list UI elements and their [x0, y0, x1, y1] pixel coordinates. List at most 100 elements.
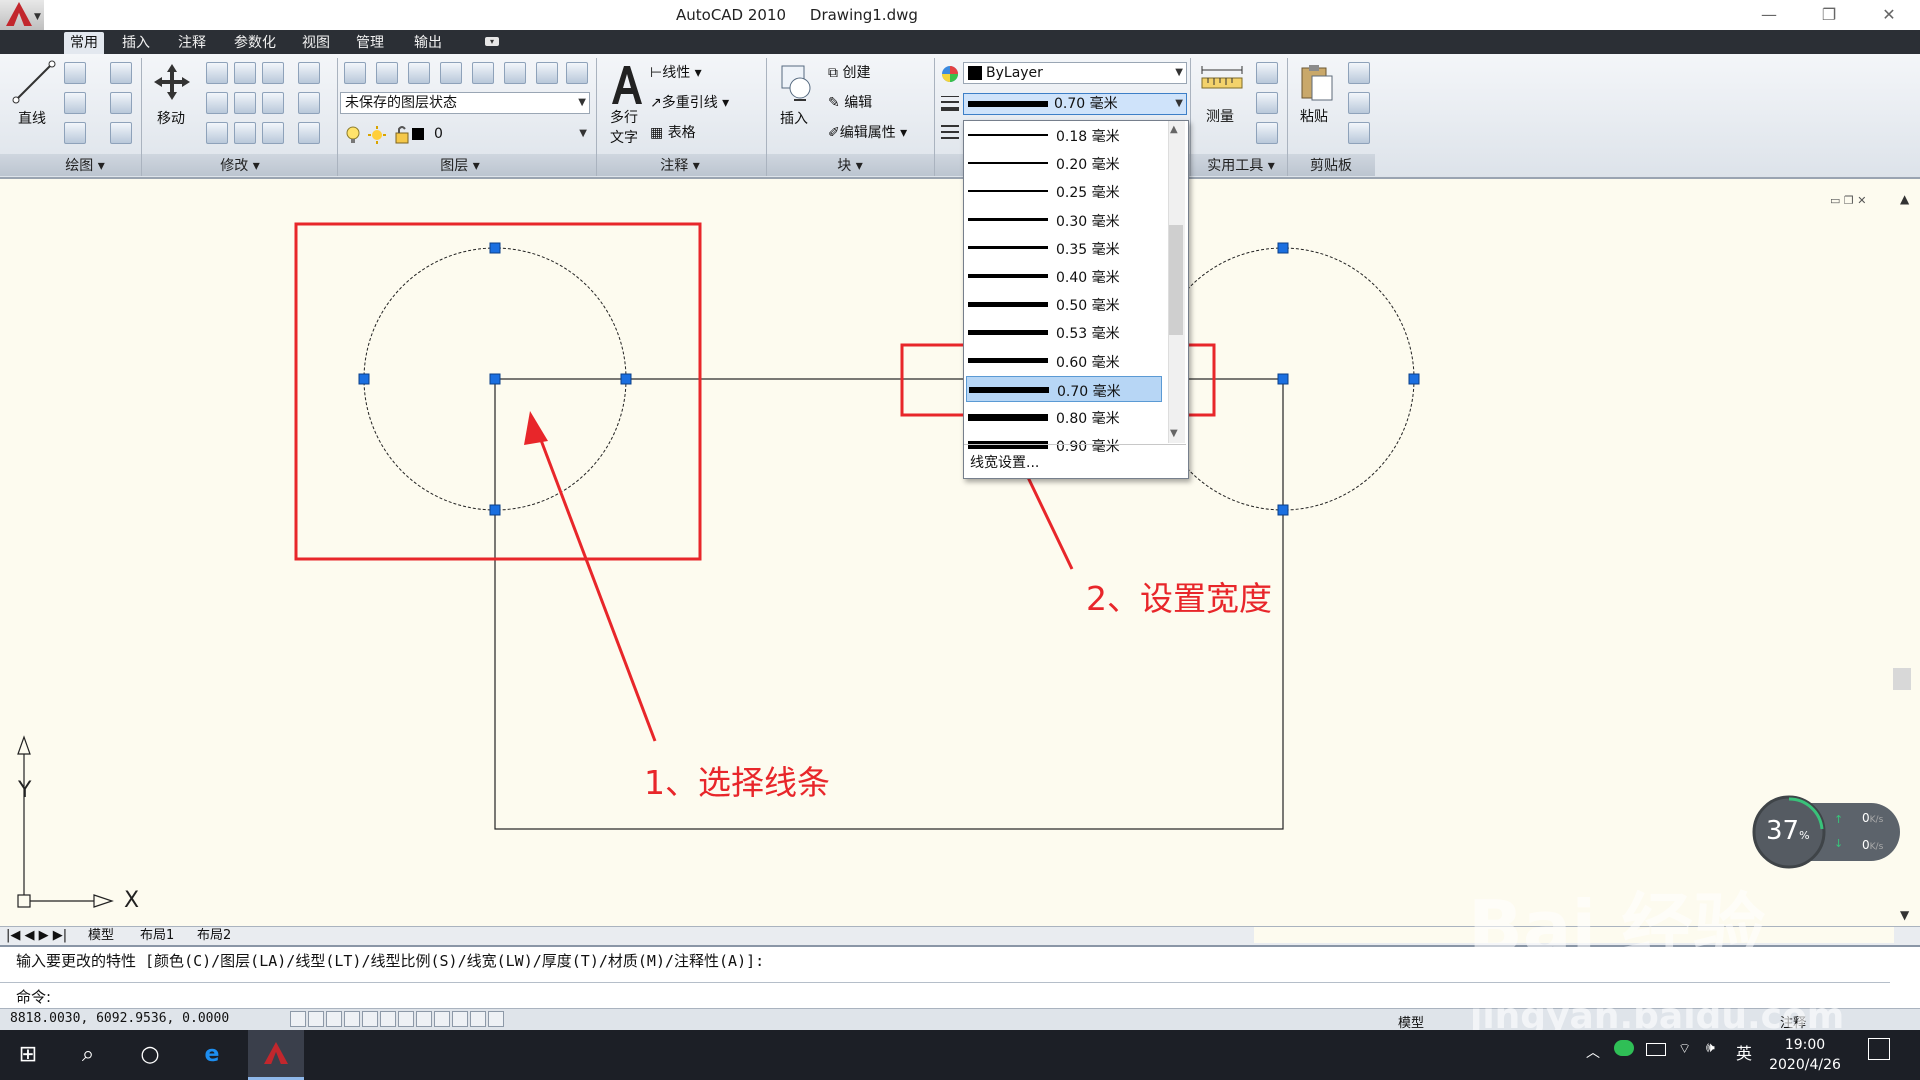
tab-layout2[interactable]: 布局2 [197, 927, 231, 944]
minimize-button[interactable]: — [1746, 2, 1792, 28]
rectangle-icon[interactable] [110, 92, 132, 114]
tab-view[interactable]: 视图 [296, 32, 336, 54]
notification-center-icon[interactable] [1868, 1038, 1890, 1060]
lineweight-option[interactable]: 0.50 毫米 [966, 291, 1162, 317]
wifi-icon[interactable]: ⌔ [1678, 1040, 1691, 1058]
wechat-icon[interactable] [1614, 1040, 1634, 1056]
paste-icon[interactable] [1296, 62, 1336, 102]
chamfer-icon[interactable] [298, 122, 320, 144]
calculator-icon[interactable] [1256, 122, 1278, 144]
select-similar-icon[interactable] [1256, 92, 1278, 114]
layer-status-icons[interactable] [344, 124, 424, 146]
drawing-geometry[interactable] [0, 179, 1898, 927]
layer-freeze-icon[interactable] [472, 62, 494, 84]
layer-off-icon[interactable] [440, 62, 462, 84]
line-icon[interactable] [12, 60, 56, 104]
stretch-icon[interactable] [206, 92, 228, 114]
rotate-icon[interactable] [234, 62, 256, 84]
tab-home[interactable]: 常用 [64, 32, 104, 54]
scroll-down-icon[interactable]: ▼ [1900, 908, 1909, 922]
otrack-toggle-icon[interactable] [380, 1011, 396, 1027]
lineweight-option[interactable]: 0.18 毫米 [966, 122, 1162, 148]
scroll-down-icon[interactable]: ▼ [1170, 428, 1178, 439]
explode-icon[interactable] [298, 92, 320, 114]
lineweight-option[interactable]: 0.35 毫米 [966, 235, 1162, 261]
tab-manage[interactable]: 管理 [350, 32, 390, 54]
trim-icon[interactable] [262, 62, 284, 84]
layer-match-icon[interactable] [536, 62, 558, 84]
lineweight-option[interactable]: 0.30 毫米 [966, 207, 1162, 233]
lineweight-option[interactable]: 0.70 毫米 [966, 375, 1162, 402]
lineweight-option[interactable]: 0.60 毫米 [966, 348, 1162, 374]
lineweight-option[interactable]: 0.53 毫米 [966, 319, 1162, 345]
polar-toggle-icon[interactable] [344, 1011, 360, 1027]
layer-properties-icon[interactable] [344, 62, 366, 84]
tpy-toggle-icon[interactable] [488, 1011, 504, 1027]
qp-toggle-icon[interactable] [452, 1011, 468, 1027]
offset-icon[interactable] [234, 122, 256, 144]
tab-navigation-arrows[interactable]: |◀ ◀ ▶ ▶| [6, 927, 67, 944]
copy-icon[interactable] [206, 62, 228, 84]
ribbon-minimize-icon[interactable]: ▾ [485, 37, 499, 46]
layer-combo[interactable]: 0 ▼ [430, 124, 590, 146]
battery-icon[interactable] [1646, 1043, 1666, 1056]
edit-block-button[interactable]: ✎ 编辑 [828, 92, 908, 112]
layer-walk-icon[interactable] [566, 62, 588, 84]
viewport-controls[interactable]: ▭ ❐ ✕ [1830, 194, 1866, 207]
hatch-icon[interactable] [110, 122, 132, 144]
annotation-panel-label[interactable]: 注释 ▾ [640, 156, 720, 176]
erase-icon[interactable] [298, 62, 320, 84]
osnap-toggle-icon[interactable] [362, 1011, 378, 1027]
tray-overflow-icon[interactable]: ︿ [1586, 1042, 1600, 1062]
array-icon[interactable] [262, 122, 284, 144]
layers-panel-label[interactable]: 图层 ▾ [420, 156, 500, 176]
snap-toggle-icon[interactable] [290, 1011, 306, 1027]
linear-dimension-button[interactable]: ⊢线性 ▾ [650, 62, 760, 82]
tab-output[interactable]: 输出 [408, 32, 448, 54]
edit-attributes-button[interactable]: ✐编辑属性 ▾ [828, 122, 938, 142]
color-wheel-icon[interactable] [940, 64, 960, 84]
scroll-up-icon[interactable]: ▲ [1170, 124, 1178, 135]
grid-toggle-icon[interactable] [308, 1011, 324, 1027]
dropdown-scroll-thumb[interactable] [1169, 225, 1183, 335]
quick-select-icon[interactable] [1256, 62, 1278, 84]
scroll-up-icon[interactable]: ▲ [1900, 192, 1909, 206]
move-icon[interactable] [152, 62, 192, 102]
lineweight-option[interactable]: 0.20 毫米 [966, 150, 1162, 176]
insert-block-icon[interactable] [776, 62, 816, 102]
lineweight-option[interactable]: 0.80 毫米 [966, 404, 1162, 430]
ortho-toggle-icon[interactable] [326, 1011, 342, 1027]
ducs-toggle-icon[interactable] [398, 1011, 414, 1027]
volume-icon[interactable]: 🕪 [1706, 1040, 1715, 1056]
restore-button[interactable]: ❐ [1806, 2, 1852, 28]
utilities-panel-label[interactable]: 实用工具 ▾ [1196, 156, 1286, 176]
application-menu-button[interactable]: ▼ [0, 0, 44, 30]
dyn-toggle-icon[interactable] [416, 1011, 432, 1027]
autocad-taskbar-button[interactable] [248, 1030, 304, 1080]
lineweight-option[interactable]: 0.40 毫米 [966, 263, 1162, 289]
layer-state-icon[interactable] [376, 62, 398, 84]
copy-clip-icon[interactable] [1348, 92, 1370, 114]
lineweight-settings-item[interactable]: 线宽设置... [970, 452, 1039, 472]
model-space-button[interactable]: 模型 [1398, 1012, 1424, 1031]
draw-panel-label[interactable]: 绘图 ▾ [30, 156, 140, 176]
cortana-icon[interactable]: ○ [130, 1036, 170, 1074]
multiline-text-icon[interactable] [608, 62, 644, 106]
polyline-icon[interactable] [64, 62, 86, 84]
taskbar-clock[interactable]: 19:00 2020/4/26 [1760, 1035, 1850, 1075]
block-panel-label[interactable]: 块 ▾ [820, 156, 880, 176]
scroll-thumb[interactable] [1893, 668, 1911, 690]
mirror-icon[interactable] [262, 92, 284, 114]
command-input[interactable]: 命令: [16, 986, 51, 1007]
cut-icon[interactable] [1348, 62, 1370, 84]
search-icon[interactable]: ⌕ [68, 1036, 108, 1074]
scale-icon[interactable] [206, 122, 228, 144]
match-properties-icon[interactable] [1348, 122, 1370, 144]
tab-parametric[interactable]: 参数化 [228, 32, 282, 54]
sc-toggle-icon[interactable] [470, 1011, 486, 1027]
edge-browser-icon[interactable]: e [192, 1036, 232, 1074]
multileader-button[interactable]: ↗多重引线 ▾ [650, 92, 765, 112]
lwt-toggle-icon[interactable] [434, 1011, 450, 1027]
clipboard-panel-label[interactable]: 剪贴板 [1296, 156, 1366, 176]
tab-model[interactable]: 模型 [88, 927, 114, 944]
